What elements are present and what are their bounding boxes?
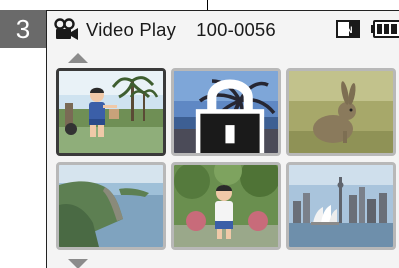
child-garden-image xyxy=(174,165,278,247)
thumbnail-rabbit-grass[interactable] xyxy=(286,68,396,156)
coastal-cliffs-image xyxy=(59,165,163,247)
thumbnail-child-garden[interactable] xyxy=(171,162,281,250)
city-skyline-harbor-image xyxy=(289,165,393,247)
child-playground-image xyxy=(59,71,163,153)
file-number: 100-0056 xyxy=(196,19,276,40)
thumbnail-beach-palm-tree[interactable] xyxy=(171,68,281,156)
lock-icon xyxy=(178,75,265,153)
mode-title: Video Play xyxy=(86,19,177,40)
thumbnail-child-playground[interactable] xyxy=(56,68,166,156)
thumbnail-coastal-cliffs[interactable] xyxy=(56,162,166,250)
arrow-down-icon[interactable] xyxy=(68,259,88,268)
internal-memory-icon: IN xyxy=(336,20,360,38)
battery-full-icon xyxy=(371,20,399,38)
callout-leader-line xyxy=(207,0,208,10)
rabbit-grass-image xyxy=(289,71,393,153)
video-camera-icon xyxy=(53,18,81,42)
lcd-screen: Video Play 100-0056 IN xyxy=(46,10,399,268)
memory-label: IN xyxy=(344,25,353,35)
thumbnail-city-skyline-harbor[interactable] xyxy=(286,162,396,250)
step-number-badge: 3 xyxy=(0,10,46,48)
arrow-up-icon[interactable] xyxy=(68,53,88,63)
